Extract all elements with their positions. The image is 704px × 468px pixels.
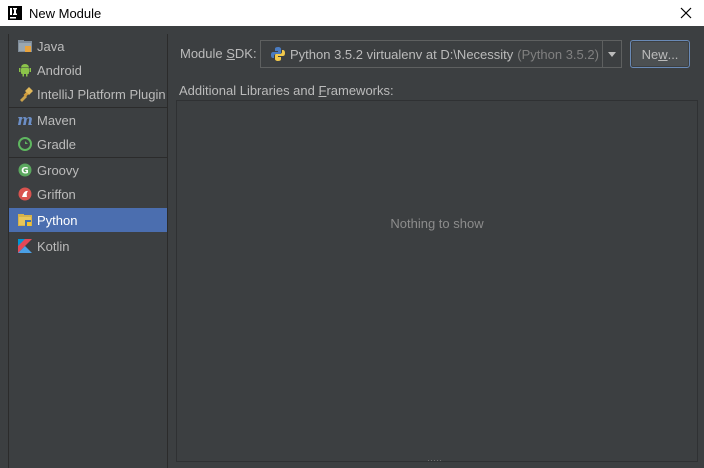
module-type-kotlin[interactable]: Kotlin <box>8 234 167 258</box>
sidebar-left-border <box>8 34 9 468</box>
griffon-icon <box>17 186 33 202</box>
maven-icon: m <box>17 111 33 129</box>
resize-grip-icon[interactable] <box>427 458 443 464</box>
new-sdk-button[interactable]: Ne w... <box>630 40 690 68</box>
additional-libraries-label: Additional Libraries and Frameworks: <box>179 83 394 98</box>
module-type-label: Groovy <box>37 162 79 178</box>
groovy-icon: G <box>17 162 33 178</box>
module-type-label: Griffon <box>37 186 76 202</box>
svg-text:G: G <box>21 167 28 177</box>
close-icon <box>680 7 692 19</box>
dialog-body: Java Android IntelliJ Platform Plugin m … <box>0 26 704 468</box>
python-icon <box>271 47 285 61</box>
module-type-label: Kotlin <box>37 238 70 254</box>
module-type-label: Java <box>37 38 65 54</box>
module-sdk-dropdown[interactable]: Python 3.5.2 virtualenv at D:\Necessity … <box>260 40 622 68</box>
module-type-android[interactable]: Android <box>8 58 167 82</box>
module-type-gradle[interactable]: Gradle <box>8 132 167 156</box>
kotlin-icon <box>17 238 33 254</box>
module-sdk-label: Module SDK: <box>180 46 257 61</box>
python-folder-icon <box>17 212 33 228</box>
close-button[interactable] <box>677 4 695 22</box>
chevron-down-icon <box>608 51 616 57</box>
gradle-icon <box>17 136 33 152</box>
libraries-panel[interactable]: Nothing to show <box>176 100 698 462</box>
empty-state-text: Nothing to show <box>390 216 484 231</box>
module-type-groovy[interactable]: G Groovy <box>8 158 167 182</box>
title-bar: New Module <box>0 0 704 26</box>
intellij-icon <box>8 6 22 20</box>
module-type-list: Java Android IntelliJ Platform Plugin m … <box>8 34 168 468</box>
module-type-label: IntelliJ Platform Plugin <box>37 86 166 102</box>
module-type-label: Android <box>37 62 82 78</box>
sdk-version: (Python 3.5.2) <box>517 46 599 62</box>
android-icon <box>17 62 33 78</box>
module-type-python[interactable]: Python <box>8 208 167 232</box>
module-type-java[interactable]: Java <box>8 34 167 58</box>
module-type-label: Maven <box>37 112 77 128</box>
module-type-intellij-platform-plugin[interactable]: IntelliJ Platform Plugin <box>8 82 167 106</box>
sdk-value: Python 3.5.2 virtualenv at D:\Necessity <box>290 46 514 62</box>
java-folder-icon <box>17 38 33 54</box>
module-type-label: Gradle <box>37 136 77 152</box>
module-type-maven[interactable]: m Maven <box>8 108 167 132</box>
module-type-label: Python <box>37 212 78 228</box>
module-type-griffon[interactable]: Griffon <box>8 182 167 206</box>
dropdown-arrow[interactable] <box>602 41 621 67</box>
window-title: New Module <box>29 5 102 21</box>
plugin-icon <box>17 86 33 102</box>
